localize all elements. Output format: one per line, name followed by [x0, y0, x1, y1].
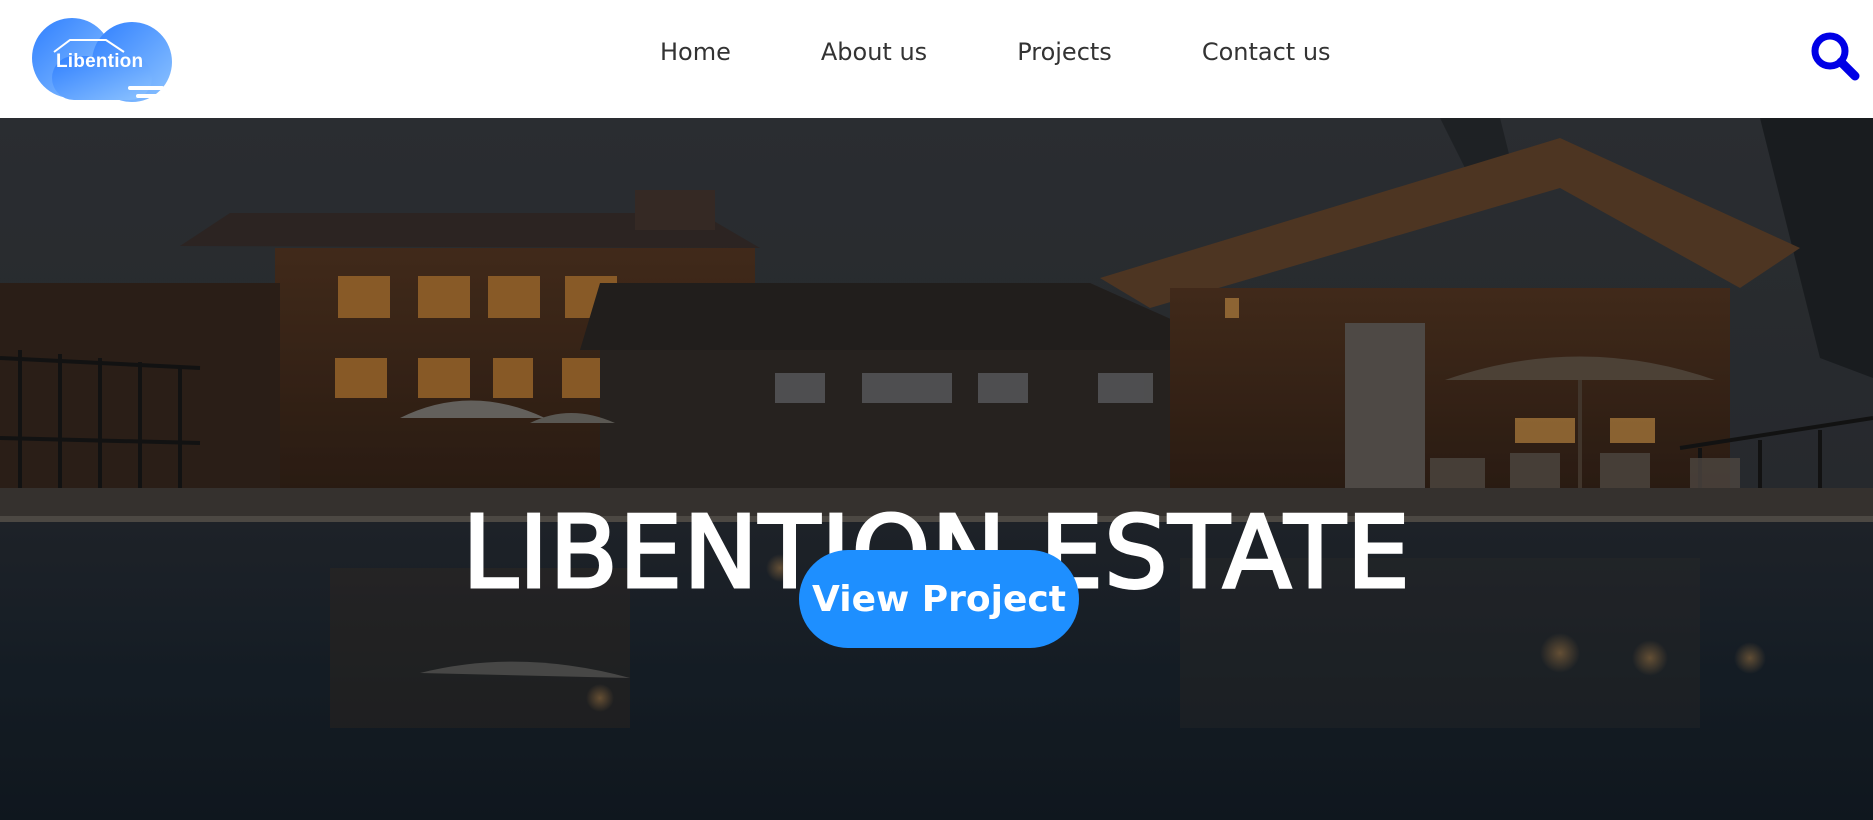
- nav-about-us[interactable]: About us: [821, 38, 927, 66]
- logo[interactable]: Libention: [32, 6, 182, 110]
- page: Libention Home About us Projects Contact…: [0, 0, 1873, 820]
- search-button[interactable]: [1809, 30, 1861, 82]
- nav-projects[interactable]: Projects: [1017, 38, 1112, 66]
- nav-home[interactable]: Home: [660, 38, 731, 66]
- nav-contact-us[interactable]: Contact us: [1202, 38, 1331, 66]
- search-icon: [1811, 32, 1860, 81]
- site-header: Libention Home About us Projects Contact…: [0, 0, 1873, 118]
- view-project-button[interactable]: View Project: [799, 550, 1079, 648]
- logo-text: Libention: [56, 51, 144, 72]
- hero-banner: LIBENTION ESTATE View Project: [0, 118, 1873, 820]
- hero-background-image: [0, 118, 1873, 820]
- main-nav: Home About us Projects Contact us: [660, 38, 1331, 66]
